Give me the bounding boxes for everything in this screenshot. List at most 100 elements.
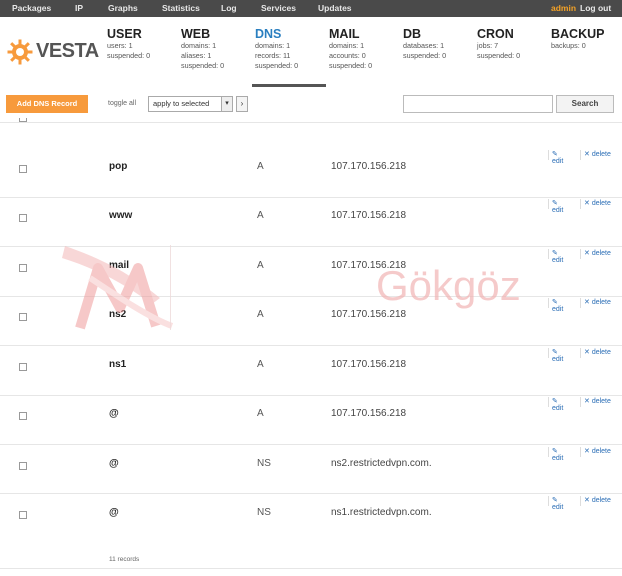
record-name[interactable]: @: [109, 507, 119, 518]
stat-user[interactable]: USER users: 1 suspended: 0: [107, 27, 150, 61]
delete-link[interactable]: ✕ delete: [584, 249, 611, 257]
record-type: A: [257, 210, 264, 221]
record-checkbox[interactable]: [19, 313, 27, 321]
edit-link[interactable]: ✎ edit: [552, 348, 563, 363]
toolbar: Add DNS Record toggle all apply to selec…: [0, 88, 622, 118]
nav-ip[interactable]: IP: [75, 3, 83, 13]
record-name[interactable]: pop: [109, 161, 127, 172]
record-count: 11 records: [109, 556, 140, 563]
record-checkbox[interactable]: [19, 165, 27, 173]
record-checkbox[interactable]: [19, 412, 27, 420]
delete-label: delete: [591, 349, 611, 356]
edit-link[interactable]: ✎ edit: [552, 249, 563, 264]
edit-link[interactable]: ✎ edit: [552, 298, 563, 313]
record-checkbox[interactable]: [19, 264, 27, 272]
logout-link[interactable]: Log out: [580, 3, 611, 13]
watermark-logo-icon: [62, 246, 174, 330]
bulk-action-value: apply to selected: [153, 99, 210, 108]
record-name[interactable]: @: [109, 458, 119, 469]
edit-link[interactable]: ✎ edit: [552, 199, 563, 214]
nav-updates[interactable]: Updates: [318, 3, 352, 13]
table-row: pop A 107.170.156.218 ✎ edit ✕ delete: [0, 148, 622, 197]
nav-packages[interactable]: Packages: [12, 3, 51, 13]
record-checkbox[interactable]: [19, 363, 27, 371]
user-link[interactable]: admin: [551, 3, 576, 13]
stat-db[interactable]: DB databases: 1 suspended: 0: [403, 27, 446, 61]
search-input[interactable]: [403, 95, 553, 113]
delete-link[interactable]: ✕ delete: [584, 199, 611, 207]
nav-graphs[interactable]: Graphs: [108, 3, 138, 13]
nav-statistics[interactable]: Statistics: [162, 3, 200, 13]
stat-line: databases: 1: [403, 41, 445, 50]
record-value: 107.170.156.218: [331, 408, 407, 419]
delete-link[interactable]: ✕ delete: [584, 447, 611, 455]
delete-link[interactable]: ✕ delete: [584, 496, 611, 504]
record-checkbox[interactable]: [19, 462, 27, 470]
record-value: ns2.restrictedvpn.com.: [331, 458, 432, 469]
record-type: A: [257, 359, 264, 370]
record-checkbox[interactable]: [19, 214, 27, 222]
stat-line: domains: 1: [181, 41, 217, 50]
record-value: ns1.restrictedvpn.com.: [331, 507, 432, 518]
record-checkbox[interactable]: [19, 511, 27, 519]
record-value: 107.170.156.218: [331, 161, 407, 172]
search-button[interactable]: Search: [556, 95, 614, 113]
stat-web[interactable]: WEB domains: 1 aliases: 1 suspended: 0: [181, 27, 224, 71]
toggle-all-link[interactable]: toggle all: [108, 100, 136, 107]
stat-title: WEB: [181, 27, 211, 41]
delete-label: delete: [591, 448, 611, 455]
edit-link[interactable]: ✎ edit: [552, 496, 563, 511]
delete-label: delete: [591, 497, 611, 504]
delete-link[interactable]: ✕ delete: [584, 150, 611, 158]
edit-link[interactable]: ✎ edit: [552, 447, 563, 462]
record-value: 107.170.156.218: [331, 309, 407, 320]
watermark-text: Gökgöz: [376, 262, 521, 309]
stat-title: BACKUP: [551, 27, 605, 41]
record-checkbox[interactable]: [19, 118, 27, 122]
record-type: A: [257, 309, 264, 320]
stat-backup[interactable]: BACKUP backups: 0: [551, 27, 604, 51]
stat-title: DB: [403, 27, 422, 41]
record-name[interactable]: ns1: [109, 359, 126, 370]
stat-title: MAIL: [329, 27, 360, 41]
stat-mail[interactable]: MAIL domains: 1 accounts: 0 suspended: 0: [329, 27, 372, 71]
stat-title: CRON: [477, 27, 514, 41]
stat-dns[interactable]: DNS domains: 1 records: 11 suspended: 0: [255, 27, 298, 71]
edit-label: edit: [552, 455, 564, 462]
nav-services[interactable]: Services: [261, 3, 296, 13]
edit-label: edit: [552, 405, 564, 412]
delete-link[interactable]: ✕ delete: [584, 298, 611, 306]
delete-label: delete: [591, 200, 611, 207]
stat-line: suspended: 0: [181, 61, 225, 70]
stat-line: aliases: 1: [181, 51, 212, 60]
record-name[interactable]: @: [109, 408, 119, 419]
stat-line: suspended: 0: [403, 51, 447, 60]
stat-line: domains: 1: [329, 41, 365, 50]
stat-line: suspended: 0: [255, 61, 299, 70]
edit-link[interactable]: ✎ edit: [552, 150, 563, 165]
edit-label: edit: [552, 356, 564, 363]
delete-link[interactable]: ✕ delete: [584, 397, 611, 405]
record-type: NS: [257, 458, 271, 469]
add-dns-record-button[interactable]: Add DNS Record: [6, 95, 88, 113]
record-type: A: [257, 260, 264, 271]
divider: [0, 122, 622, 123]
top-navigation-bar: Packages IP Graphs Statistics Log Servic…: [0, 0, 622, 17]
stat-line: suspended: 0: [329, 61, 373, 70]
watermark-divider: [170, 245, 171, 330]
delete-label: delete: [591, 299, 611, 306]
edit-label: edit: [552, 158, 564, 165]
stat-cron[interactable]: CRON jobs: 7 suspended: 0: [477, 27, 520, 61]
delete-link[interactable]: ✕ delete: [584, 348, 611, 356]
delete-label: delete: [591, 398, 611, 405]
record-name[interactable]: www: [109, 210, 132, 221]
edit-label: edit: [552, 306, 564, 313]
bulk-action-select[interactable]: apply to selected ▾: [148, 96, 233, 112]
nav-log[interactable]: Log: [221, 3, 237, 13]
vesta-logo[interactable]: VESTA: [7, 37, 99, 67]
edit-label: edit: [552, 504, 564, 511]
chevron-down-icon: ▾: [221, 97, 232, 111]
edit-link[interactable]: ✎ edit: [552, 397, 563, 412]
stat-title: USER: [107, 27, 142, 41]
apply-button[interactable]: ›: [236, 96, 248, 112]
